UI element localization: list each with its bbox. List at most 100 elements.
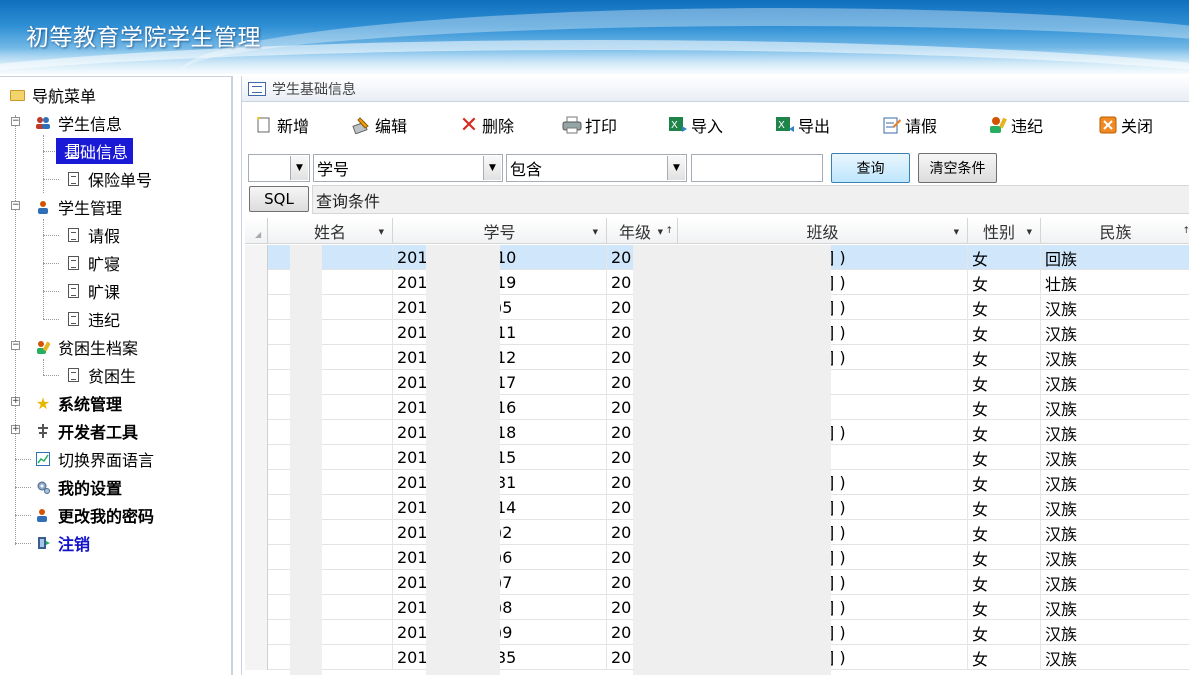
- cell-name[interactable]: [268, 245, 393, 270]
- logic-select[interactable]: ▼: [248, 154, 310, 182]
- delete-button[interactable]: ✕ 删除: [459, 112, 514, 138]
- column-header-grade[interactable]: 年级 ▼ ↑: [607, 218, 678, 244]
- cell-ethnicity[interactable]: 汉族: [1041, 645, 1189, 670]
- filter-dropdown-icon[interactable]: ▼: [1027, 228, 1032, 236]
- cell-ethnicity[interactable]: 汉族: [1041, 420, 1189, 445]
- cell-ethnicity[interactable]: 汉族: [1041, 570, 1189, 595]
- row-header[interactable]: [245, 345, 268, 370]
- nav-group-student-management[interactable]: 学生管理: [34, 195, 122, 219]
- operator-select[interactable]: 包含 ▼: [506, 154, 687, 182]
- filter-dropdown-icon[interactable]: ▼: [658, 228, 663, 236]
- row-header[interactable]: [245, 495, 268, 520]
- cell-ethnicity[interactable]: 汉族: [1041, 620, 1189, 645]
- sql-button[interactable]: SQL: [249, 186, 309, 212]
- add-button[interactable]: 新增: [254, 112, 309, 138]
- chevron-down-icon[interactable]: ▼: [667, 156, 685, 180]
- cell-ethnicity[interactable]: 汉族: [1041, 295, 1189, 320]
- row-header[interactable]: [245, 320, 268, 345]
- discipline-button[interactable]: 违纪: [988, 112, 1043, 138]
- chevron-down-icon[interactable]: ▼: [483, 156, 501, 180]
- nav-item-logout[interactable]: 注销: [34, 531, 90, 555]
- cell-gender[interactable]: 女: [968, 370, 1041, 395]
- cell-gender[interactable]: 女: [968, 470, 1041, 495]
- row-header[interactable]: [245, 570, 268, 595]
- edit-button[interactable]: 编辑: [352, 112, 407, 138]
- nav-item-discipline[interactable]: 违纪: [64, 307, 120, 331]
- filter-dropdown-icon[interactable]: ▼: [379, 228, 384, 236]
- cell-name[interactable]: [268, 295, 393, 320]
- column-header-name[interactable]: 姓名 ▼: [268, 218, 393, 244]
- cell-gender[interactable]: 女: [968, 320, 1041, 345]
- cell-ethnicity[interactable]: 汉族: [1041, 495, 1189, 520]
- query-button[interactable]: 查询: [831, 153, 910, 183]
- cell-gender[interactable]: 女: [968, 545, 1041, 570]
- row-header[interactable]: [245, 295, 268, 320]
- cell-gender[interactable]: 女: [968, 395, 1041, 420]
- cell-gender[interactable]: 女: [968, 620, 1041, 645]
- row-header[interactable]: [245, 445, 268, 470]
- filter-pin-icon[interactable]: ↑: [1182, 226, 1189, 236]
- filter-value-input[interactable]: [691, 154, 823, 182]
- cell-gender[interactable]: 女: [968, 295, 1041, 320]
- cell-name[interactable]: [268, 270, 393, 295]
- cell-name[interactable]: [268, 470, 393, 495]
- cell-gender[interactable]: 女: [968, 420, 1041, 445]
- column-header-ethnicity[interactable]: 民族 ↑: [1041, 218, 1189, 244]
- cell-gender[interactable]: 女: [968, 245, 1041, 270]
- cell-name[interactable]: [268, 420, 393, 445]
- column-header-class[interactable]: 班级 ▼: [678, 218, 968, 244]
- cell-gender[interactable]: 女: [968, 595, 1041, 620]
- nav-item-my-settings[interactable]: 我的设置: [34, 475, 122, 499]
- export-button[interactable]: X 导出: [775, 112, 830, 138]
- leave-button[interactable]: 请假: [882, 112, 937, 138]
- row-header[interactable]: [245, 420, 268, 445]
- cell-name[interactable]: [268, 395, 393, 420]
- nav-root[interactable]: 导航菜单: [8, 83, 96, 107]
- expand-toggle[interactable]: +: [11, 397, 20, 406]
- cell-gender[interactable]: 女: [968, 520, 1041, 545]
- cell-ethnicity[interactable]: 汉族: [1041, 470, 1189, 495]
- cell-ethnicity[interactable]: 汉族: [1041, 595, 1189, 620]
- print-button[interactable]: 打印: [562, 112, 617, 138]
- nav-item-basic-info[interactable]: 基础信息: [56, 138, 134, 164]
- row-header-corner[interactable]: ◢: [245, 218, 268, 244]
- row-header[interactable]: [245, 545, 268, 570]
- import-button[interactable]: X 导入: [668, 112, 723, 138]
- expand-toggle[interactable]: +: [11, 425, 20, 434]
- nav-item-language[interactable]: 切换界面语言: [34, 447, 154, 471]
- row-header[interactable]: [245, 395, 268, 420]
- filter-dropdown-icon[interactable]: ▼: [954, 228, 959, 236]
- nav-item-insurance[interactable]: 保险单号: [64, 167, 152, 191]
- row-header[interactable]: [245, 270, 268, 295]
- cell-name[interactable]: [268, 595, 393, 620]
- nav-group-student-info[interactable]: 学生信息: [34, 111, 122, 135]
- cell-ethnicity[interactable]: 壮族: [1041, 270, 1189, 295]
- row-header[interactable]: [245, 595, 268, 620]
- cell-gender[interactable]: 女: [968, 645, 1041, 670]
- cell-gender[interactable]: 女: [968, 345, 1041, 370]
- chevron-down-icon[interactable]: ▼: [290, 156, 308, 180]
- nav-item-class-absence[interactable]: 旷课: [64, 279, 120, 303]
- cell-name[interactable]: [268, 445, 393, 470]
- cell-ethnicity[interactable]: 汉族: [1041, 395, 1189, 420]
- cell-ethnicity[interactable]: 汉族: [1041, 545, 1189, 570]
- cell-name[interactable]: [268, 495, 393, 520]
- filter-pin-icon[interactable]: ↑: [665, 226, 673, 236]
- sql-condition-display[interactable]: 查询条件: [312, 185, 1189, 214]
- row-header[interactable]: [245, 370, 268, 395]
- cell-name[interactable]: [268, 345, 393, 370]
- field-select[interactable]: 学号 ▼: [313, 154, 503, 182]
- cell-name[interactable]: [268, 320, 393, 345]
- cell-name[interactable]: [268, 520, 393, 545]
- nav-group-poverty-archive[interactable]: 贫困生档案: [34, 335, 138, 359]
- cell-ethnicity[interactable]: 汉族: [1041, 445, 1189, 470]
- cell-ethnicity[interactable]: 汉族: [1041, 370, 1189, 395]
- cell-ethnicity[interactable]: 汉族: [1041, 520, 1189, 545]
- cell-ethnicity[interactable]: 汉族: [1041, 345, 1189, 370]
- collapse-toggle[interactable]: −: [11, 117, 20, 126]
- nav-item-change-password[interactable]: 更改我的密码: [34, 503, 154, 527]
- cell-name[interactable]: [268, 645, 393, 670]
- row-header[interactable]: [245, 520, 268, 545]
- cell-name[interactable]: [268, 545, 393, 570]
- cell-name[interactable]: [268, 370, 393, 395]
